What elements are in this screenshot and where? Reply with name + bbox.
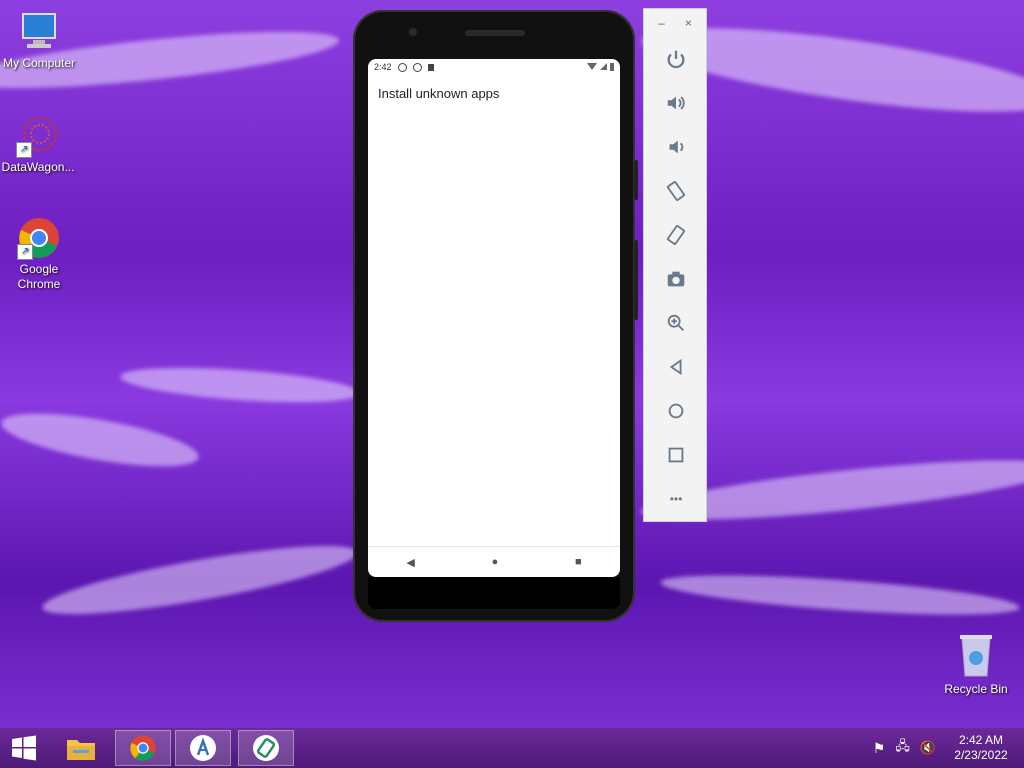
desktop-icon-label: DataWagon... bbox=[1, 160, 75, 174]
page-title: Install unknown apps bbox=[378, 86, 500, 101]
nav-recents-icon[interactable]: ■ bbox=[575, 556, 582, 568]
action-center-flag-icon[interactable]: ⚑ bbox=[873, 740, 886, 757]
battery-icon bbox=[610, 63, 614, 71]
status-time: 2:42 bbox=[374, 62, 392, 72]
android-nav-bar: ◀ ● ■ bbox=[368, 546, 620, 577]
shortcut-arrow-icon: ↗ bbox=[17, 244, 33, 260]
back-button[interactable] bbox=[644, 345, 708, 389]
sd-card-icon bbox=[427, 63, 434, 71]
desktop-icon-my-computer[interactable]: My Computer bbox=[1, 10, 77, 71]
home-button[interactable] bbox=[644, 389, 708, 433]
desktop-icon-label: My Computer bbox=[2, 56, 76, 70]
desktop-icon-datawagon[interactable]: ↗ DataWagon... bbox=[0, 114, 76, 175]
wifi-icon bbox=[587, 63, 597, 70]
taskbar-file-explorer[interactable] bbox=[53, 730, 109, 766]
clock-time: 2:42 AM bbox=[958, 733, 1004, 747]
taskbar: ⚑ 🖧 🔇 2:42 AM 2/23/2022 bbox=[0, 728, 1024, 768]
more-icon: ••• bbox=[669, 492, 683, 506]
volume-muted-icon[interactable]: 🔇 bbox=[920, 740, 936, 756]
earpiece-speaker bbox=[465, 30, 525, 36]
taskbar-chrome[interactable] bbox=[115, 730, 171, 766]
emulator-icon bbox=[253, 735, 279, 761]
android-emulator-device: 2:42 Install unknown apps ◀ ● ■ bbox=[353, 10, 638, 622]
datawagon-icon: ↗ bbox=[16, 114, 60, 158]
nav-home-icon[interactable]: ● bbox=[492, 556, 499, 568]
start-button[interactable] bbox=[0, 730, 48, 766]
desktop-icon-google-chrome[interactable]: ↗ Google Chrome bbox=[1, 216, 77, 292]
close-button[interactable]: × bbox=[685, 16, 692, 30]
minimize-button[interactable]: – bbox=[658, 16, 665, 30]
taskbar-clock[interactable]: 2:42 AM 2/23/2022 bbox=[946, 733, 1016, 763]
front-camera-icon bbox=[409, 28, 417, 36]
android-studio-icon bbox=[190, 735, 216, 761]
taskbar-android-studio[interactable] bbox=[175, 730, 231, 766]
zoom-button[interactable] bbox=[644, 301, 708, 345]
rotate-right-icon bbox=[666, 225, 686, 245]
desktop-icon-label: Google Chrome bbox=[17, 262, 61, 291]
system-tray: ⚑ 🖧 🔇 2:42 AM 2/23/2022 bbox=[873, 728, 1016, 768]
notification-icon bbox=[397, 62, 407, 72]
device-screen[interactable]: 2:42 Install unknown apps ◀ ● ■ bbox=[368, 59, 620, 577]
rotate-left-icon bbox=[666, 181, 686, 201]
clock-date: 2/23/2022 bbox=[954, 748, 1008, 762]
volume-side-button[interactable] bbox=[634, 240, 638, 320]
home-icon bbox=[668, 403, 684, 419]
power-button[interactable] bbox=[644, 37, 708, 81]
shortcut-arrow-icon: ↗ bbox=[16, 142, 32, 158]
volume-up-button[interactable] bbox=[644, 81, 708, 125]
folder-icon bbox=[67, 740, 95, 760]
nav-back-icon[interactable]: ◀ bbox=[406, 556, 414, 569]
zoom-icon bbox=[667, 314, 684, 331]
chrome-icon: ↗ bbox=[17, 216, 61, 260]
power-side-button[interactable] bbox=[634, 160, 638, 200]
volume-down-icon bbox=[669, 140, 684, 154]
volume-down-button[interactable] bbox=[644, 125, 708, 169]
volume-up-icon bbox=[667, 96, 685, 110]
power-icon bbox=[667, 50, 685, 69]
computer-icon bbox=[17, 10, 61, 54]
rotate-left-button[interactable] bbox=[644, 169, 708, 213]
camera-icon bbox=[667, 271, 685, 287]
overview-button[interactable] bbox=[644, 433, 708, 477]
emulator-toolbar: – × ••• bbox=[643, 8, 707, 522]
desktop-icon-recycle-bin[interactable]: Recycle Bin bbox=[938, 632, 1014, 696]
overview-icon bbox=[668, 447, 684, 463]
more-button[interactable]: ••• bbox=[644, 477, 708, 521]
taskbar-emulator[interactable] bbox=[238, 730, 294, 766]
rotate-right-button[interactable] bbox=[644, 213, 708, 257]
chrome-icon bbox=[130, 735, 156, 761]
screenshot-button[interactable] bbox=[644, 257, 708, 301]
back-icon bbox=[669, 358, 682, 376]
signal-icon bbox=[600, 63, 607, 70]
notification-icon bbox=[412, 62, 422, 72]
desktop-icon-label: Recycle Bin bbox=[944, 682, 1008, 696]
status-bar: 2:42 bbox=[368, 59, 620, 75]
recycle-bin-icon bbox=[958, 632, 994, 678]
network-icon[interactable]: 🖧 bbox=[895, 737, 910, 759]
device-chin bbox=[368, 577, 620, 609]
windows-icon bbox=[12, 735, 36, 761]
